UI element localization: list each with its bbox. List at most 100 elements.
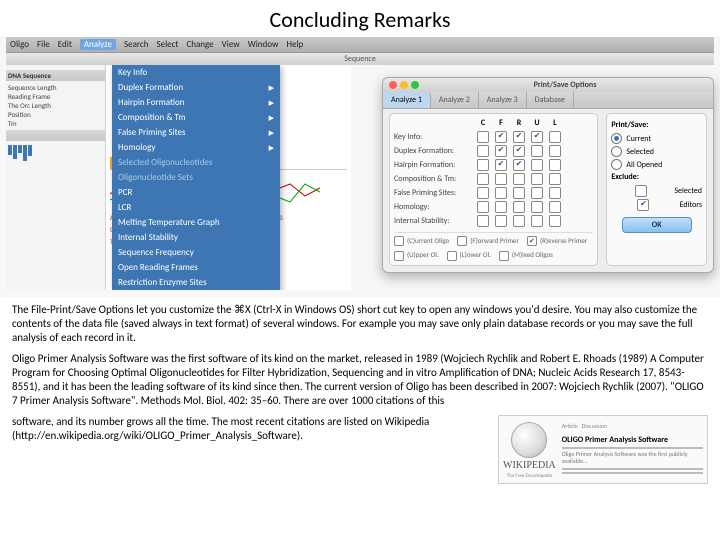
tab-database[interactable]: Database xyxy=(527,92,574,108)
option-checkbox[interactable] xyxy=(531,187,543,199)
dialog-tabs: Analyze 1 Analyze 2 Analyze 3 Database xyxy=(383,92,713,109)
menu-composition-tm[interactable]: Composition & Tm▶ xyxy=(112,110,280,125)
radio-current[interactable]: Current xyxy=(611,133,702,144)
check-exclude-editors[interactable]: Editors xyxy=(611,199,702,211)
slide-body: The File-Print/Save Options let you cust… xyxy=(0,297,720,484)
option-checkbox[interactable] xyxy=(549,173,561,185)
option-checkbox[interactable] xyxy=(531,201,543,213)
option-checkbox[interactable] xyxy=(495,201,507,213)
info-row: Position xyxy=(8,110,103,119)
option-checkbox[interactable] xyxy=(513,145,525,157)
app-menubar: Oligo File Edit Analyze Search Select Ch… xyxy=(6,37,714,53)
wikipedia-article-title: OLIGO Primer Analysis Software xyxy=(562,435,703,445)
check-exclude-selected[interactable]: Selected xyxy=(611,185,702,197)
menu-duplex-formation[interactable]: Duplex Formation▶ xyxy=(112,80,280,95)
col-f: F xyxy=(492,118,510,128)
menu-help[interactable]: Help xyxy=(286,39,303,50)
option-checkbox[interactable] xyxy=(549,145,561,157)
option-checkbox[interactable] xyxy=(549,131,561,143)
option-checkbox[interactable] xyxy=(549,215,561,227)
legend-item[interactable]: (L)ower Ol. xyxy=(447,250,491,260)
info-row: The Orc Length xyxy=(8,101,103,110)
window-subhead: Sequence xyxy=(6,53,714,65)
info-row: Reading Frame xyxy=(8,92,103,101)
sequence-panel: Key Info Duplex Formation▶ Hairpin Forma… xyxy=(106,65,351,290)
option-checkbox[interactable] xyxy=(477,159,489,171)
option-checkbox[interactable] xyxy=(495,173,507,185)
menu-internal-stability[interactable]: Internal Stability xyxy=(112,230,280,245)
menu-change[interactable]: Change xyxy=(186,39,213,50)
menu-sequence-frequency[interactable]: Sequence Frequency xyxy=(112,245,280,260)
menu-edit[interactable]: Edit xyxy=(58,39,72,50)
option-checkbox[interactable] xyxy=(477,187,489,199)
info-panel: DNA Sequence Sequence Length Reading Fra… xyxy=(6,65,106,290)
menu-oligo[interactable]: Oligo xyxy=(10,39,29,50)
wikipedia-article-snippet: Oligo Primer Analysis Software was the f… xyxy=(562,451,703,466)
menu-key-info[interactable]: Key Info xyxy=(112,65,280,80)
option-checkbox[interactable] xyxy=(495,145,507,157)
menu-file[interactable]: File xyxy=(37,39,50,50)
menu-lcr[interactable]: LCR xyxy=(112,200,280,215)
option-checkbox[interactable] xyxy=(477,131,489,143)
menu-search[interactable]: Search xyxy=(124,39,148,50)
option-checkbox[interactable] xyxy=(531,215,543,227)
option-checkbox[interactable] xyxy=(495,159,507,171)
option-checkbox[interactable] xyxy=(495,187,507,199)
menu-false-priming[interactable]: False Priming Sites▶ xyxy=(112,125,280,140)
option-checkbox[interactable] xyxy=(531,173,543,185)
option-checkbox[interactable] xyxy=(495,131,507,143)
menu-homology[interactable]: Homology▶ xyxy=(112,140,280,155)
menu-analyze[interactable]: Analyze xyxy=(80,39,116,50)
radio-all-opened[interactable]: All Opened xyxy=(611,159,702,170)
option-checkbox[interactable] xyxy=(549,201,561,213)
menu-restriction-sites[interactable]: Restriction Enzyme Sites xyxy=(112,275,280,290)
option-checkbox[interactable] xyxy=(513,187,525,199)
menu-open-reading-frames[interactable]: Open Reading Frames xyxy=(112,260,280,275)
option-row: Internal Stability: xyxy=(394,214,593,228)
menu-pcr[interactable]: PCR xyxy=(112,185,280,200)
menu-hairpin-formation[interactable]: Hairpin Formation▶ xyxy=(112,95,280,110)
option-checkbox[interactable] xyxy=(477,145,489,157)
option-checkbox[interactable] xyxy=(531,145,543,157)
option-checkbox[interactable] xyxy=(531,131,543,143)
ok-button[interactable]: OK xyxy=(622,217,692,233)
legend-item[interactable]: (M)ixed Oligos xyxy=(499,250,553,260)
analyze-dropdown[interactable]: Key Info Duplex Formation▶ Hairpin Forma… xyxy=(112,65,280,290)
dialog-title: Print/Save Options xyxy=(423,80,707,90)
option-checkbox[interactable] xyxy=(531,159,543,171)
option-checkbox[interactable] xyxy=(513,173,525,185)
option-checkbox[interactable] xyxy=(549,187,561,199)
option-checkbox[interactable] xyxy=(513,201,525,213)
menu-view[interactable]: View xyxy=(222,39,240,50)
paragraph-2b: software, and its number grows all the t… xyxy=(12,415,492,443)
option-row: Homology: xyxy=(394,200,593,214)
option-label: Key Info: xyxy=(394,132,474,142)
option-checkbox[interactable] xyxy=(495,215,507,227)
legend-item[interactable]: (C)urrent Oligo xyxy=(394,236,449,246)
radio-selected[interactable]: Selected xyxy=(611,146,702,157)
option-checkbox[interactable] xyxy=(477,201,489,213)
menu-melting-graph[interactable]: Melting Temperature Graph xyxy=(112,215,280,230)
legend-item[interactable]: (U)pper Ol. xyxy=(394,250,439,260)
legend-item[interactable]: (F)orward Primer xyxy=(457,236,519,246)
option-checkbox[interactable] xyxy=(513,131,525,143)
tab-analyze-2[interactable]: Analyze 2 xyxy=(431,92,479,108)
option-checkbox[interactable] xyxy=(477,173,489,185)
zoom-icon[interactable] xyxy=(411,81,419,89)
minimize-icon[interactable] xyxy=(400,81,408,89)
close-icon[interactable] xyxy=(389,81,397,89)
option-checkbox[interactable] xyxy=(477,215,489,227)
window-traffic-lights[interactable] xyxy=(389,81,419,89)
wikipedia-thumbnail: WIKIPEDIA The Free Encyclopedia Article … xyxy=(498,415,708,484)
tab-analyze-3[interactable]: Analyze 3 xyxy=(479,92,527,108)
option-checkbox[interactable] xyxy=(549,159,561,171)
option-checkbox[interactable] xyxy=(513,215,525,227)
app-screenshot: Oligo File Edit Analyze Search Select Ch… xyxy=(0,37,720,297)
exclude-heading: Exclude: xyxy=(611,172,702,182)
menu-select[interactable]: Select xyxy=(156,39,178,50)
tab-analyze-1[interactable]: Analyze 1 xyxy=(383,92,431,108)
chevron-right-icon: ▶ xyxy=(269,128,274,137)
option-checkbox[interactable] xyxy=(513,159,525,171)
legend-item[interactable]: (R)everse Primer xyxy=(527,236,587,246)
menu-window[interactable]: Window xyxy=(248,39,279,50)
